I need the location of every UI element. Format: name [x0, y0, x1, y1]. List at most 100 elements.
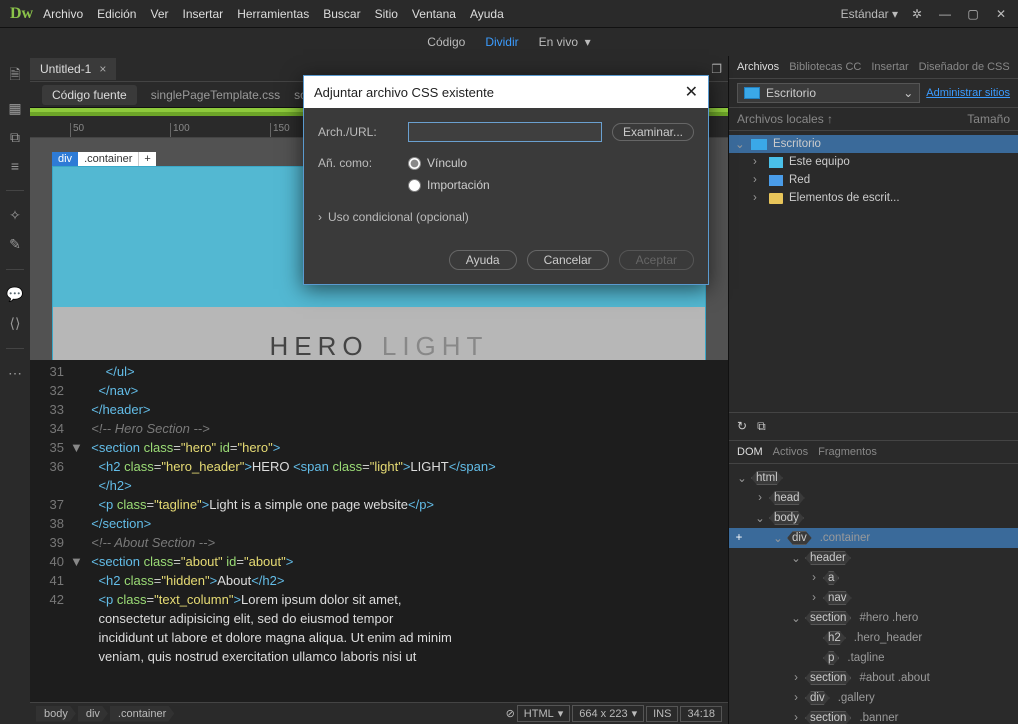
code-line[interactable]: 38 </section> — [30, 514, 728, 533]
dom-panel-tabs: DOM Activos Fragmentos — [729, 441, 1018, 464]
dom-tree-row[interactable]: ›head — [729, 488, 1018, 508]
radio-vinculo[interactable]: Vínculo — [408, 156, 490, 170]
brush-icon[interactable]: ✎ — [9, 236, 21, 253]
menu-sitio[interactable]: Sitio — [375, 7, 398, 21]
dom-tree-row[interactable]: ›nav — [729, 588, 1018, 608]
chevron-right-icon: › — [318, 210, 322, 224]
crumb-div[interactable]: div — [78, 706, 108, 722]
dom-tree-row[interactable]: p.tagline — [729, 648, 1018, 668]
maximize-button[interactable]: ▢ — [964, 7, 982, 21]
browse-button[interactable]: Examinar... — [612, 123, 694, 141]
dialog-close-icon[interactable]: ✕ — [685, 82, 698, 102]
crumb-body[interactable]: body — [36, 706, 76, 722]
element-chip[interactable]: div .container + — [52, 152, 156, 166]
collapse-icon[interactable]: ⟨⟩ — [10, 315, 21, 332]
right-panels: Archivos Bibliotecas CC Insertar Diseñad… — [728, 56, 1018, 724]
url-input[interactable] — [408, 122, 602, 142]
menu-insertar[interactable]: Insertar — [183, 7, 224, 21]
dimensions[interactable]: 664 x 223 ▾ — [572, 705, 644, 722]
dom-tree-row[interactable]: +⌄div.container — [729, 528, 1018, 548]
code-line[interactable]: 40▼ <section class="about" id="about"> — [30, 552, 728, 571]
error-icon[interactable]: ⊘ — [506, 707, 515, 720]
code-line[interactable]: 36 <h2 class="hero_header">HERO <span cl… — [30, 457, 728, 495]
add-node-button[interactable]: + — [731, 532, 747, 544]
more-icon[interactable]: ⋯ — [8, 365, 22, 382]
code-line[interactable]: 39 <!-- About Section --> — [30, 533, 728, 552]
code-line[interactable]: 35▼ <section class="hero" id="hero"> — [30, 438, 728, 457]
doc-tab[interactable]: Untitled-1 × — [30, 58, 116, 80]
workspace-switcher[interactable]: Estándar ▾ — [841, 7, 898, 21]
left-toolbar: 🗎 ▦ ⧉ ≡ ✧ ✎ 💬 ⟨⟩ ⋯ — [0, 56, 30, 724]
refresh-icon[interactable]: ↻ — [737, 419, 747, 434]
minimize-button[interactable]: — — [936, 7, 954, 21]
code-line[interactable]: 42 <p class="text_column">Lorem ipsum do… — [30, 590, 728, 666]
conditional-use-toggle[interactable]: › Uso condicional (opcional) — [318, 206, 694, 234]
layers-icon[interactable]: ▦ — [8, 100, 21, 117]
file-tree-row[interactable]: ›Red — [729, 171, 1018, 189]
menu-herramientas[interactable]: Herramientas — [237, 7, 309, 21]
sync-icon[interactable]: ✲ — [908, 7, 926, 21]
col-local-files[interactable]: Archivos locales ↑ — [737, 112, 967, 126]
tab-css-designer[interactable]: Diseñador de CSS — [919, 61, 1010, 73]
code-line[interactable]: 34 <!-- Hero Section --> — [30, 419, 728, 438]
language-selector[interactable]: HTML ▾ — [517, 705, 570, 722]
comment-icon[interactable]: 💬 — [6, 286, 23, 303]
col-size[interactable]: Tamaño — [967, 112, 1010, 126]
restore-icon[interactable]: ❐ — [705, 62, 728, 76]
assets-icon[interactable]: ≡ — [11, 158, 19, 174]
menu-ventana[interactable]: Ventana — [412, 7, 456, 21]
cursor-position: 34:18 — [680, 706, 722, 722]
code-line[interactable]: 32 </nav> — [30, 381, 728, 400]
dom-tree-row[interactable]: ›a — [729, 568, 1018, 588]
insert-mode[interactable]: INS — [646, 706, 678, 722]
tab-archivos[interactable]: Archivos — [737, 61, 779, 73]
code-line[interactable]: 31 </ul> — [30, 362, 728, 381]
radio-importacion[interactable]: Importación — [408, 178, 490, 192]
menu-ayuda[interactable]: Ayuda — [470, 7, 504, 21]
dom-tree-row[interactable]: ⌄header — [729, 548, 1018, 568]
code-editor[interactable]: 31 </ul>32 </nav>33 </header>34 <!-- Her… — [30, 360, 728, 702]
code-line[interactable]: 41 <h2 class="hidden">About</h2> — [30, 571, 728, 590]
file-tree-row[interactable]: ›Elementos de escrit... — [729, 189, 1018, 207]
tab-bibliotecas[interactable]: Bibliotecas CC — [789, 61, 861, 73]
menu-archivo[interactable]: Archivo — [43, 7, 83, 21]
file-tree-row[interactable]: ⌄Escritorio — [729, 135, 1018, 153]
manage-sites-link[interactable]: Administrar sitios — [926, 87, 1010, 99]
crumb-container[interactable]: .container — [110, 706, 174, 722]
dom-tree-row[interactable]: ⌄body — [729, 508, 1018, 528]
file-icon[interactable]: 🗎 — [9, 64, 20, 88]
collapse-all-icon[interactable]: ⧉ — [757, 419, 766, 434]
dom-tree-row[interactable]: ⌄html — [729, 468, 1018, 488]
site-dropdown[interactable]: Escritorio ⌄ — [737, 83, 920, 103]
dom-tree-row[interactable]: ›section.banner — [729, 708, 1018, 724]
help-button[interactable]: Ayuda — [449, 250, 517, 270]
tab-fragmentos[interactable]: Fragmentos — [818, 446, 877, 458]
code-line[interactable]: 37 <p class="tagline">Light is a simple … — [30, 495, 728, 514]
dom-tree-row[interactable]: ›div.gallery — [729, 688, 1018, 708]
code-line[interactable]: 33 </header> — [30, 400, 728, 419]
dom-tree-row[interactable]: ⌄section#hero .hero — [729, 608, 1018, 628]
snippets-icon[interactable]: ⧉ — [10, 129, 20, 146]
dialog-titlebar[interactable]: Adjuntar archivo CSS existente ✕ — [304, 76, 708, 108]
wand-icon[interactable]: ✧ — [9, 207, 21, 224]
tab-activos[interactable]: Activos — [773, 446, 808, 458]
chip-add[interactable]: + — [138, 152, 155, 166]
cancel-button[interactable]: Cancelar — [527, 250, 609, 270]
view-split[interactable]: Dividir — [485, 35, 518, 49]
tab-insertar[interactable]: Insertar — [871, 61, 908, 73]
menu-ver[interactable]: Ver — [150, 7, 168, 21]
dom-tree-row[interactable]: ›section#about .about — [729, 668, 1018, 688]
file-tree-row[interactable]: ›Este equipo — [729, 153, 1018, 171]
close-tab-icon[interactable]: × — [99, 62, 106, 76]
tab-dom[interactable]: DOM — [737, 446, 763, 458]
css-file-tab[interactable]: singlePageTemplate.css — [151, 88, 280, 102]
menu-edicion[interactable]: Edición — [97, 7, 136, 21]
dom-tree-row[interactable]: h2.hero_header — [729, 628, 1018, 648]
view-live[interactable]: En vivo ▾ — [539, 35, 591, 49]
close-button[interactable]: ✕ — [992, 7, 1010, 21]
preview-hero-text: HERO LIGHT — [270, 331, 489, 360]
view-code[interactable]: Código — [427, 35, 465, 49]
accept-button[interactable]: Aceptar — [619, 250, 694, 270]
source-code-tab[interactable]: Código fuente — [42, 85, 137, 105]
menu-buscar[interactable]: Buscar — [323, 7, 360, 21]
